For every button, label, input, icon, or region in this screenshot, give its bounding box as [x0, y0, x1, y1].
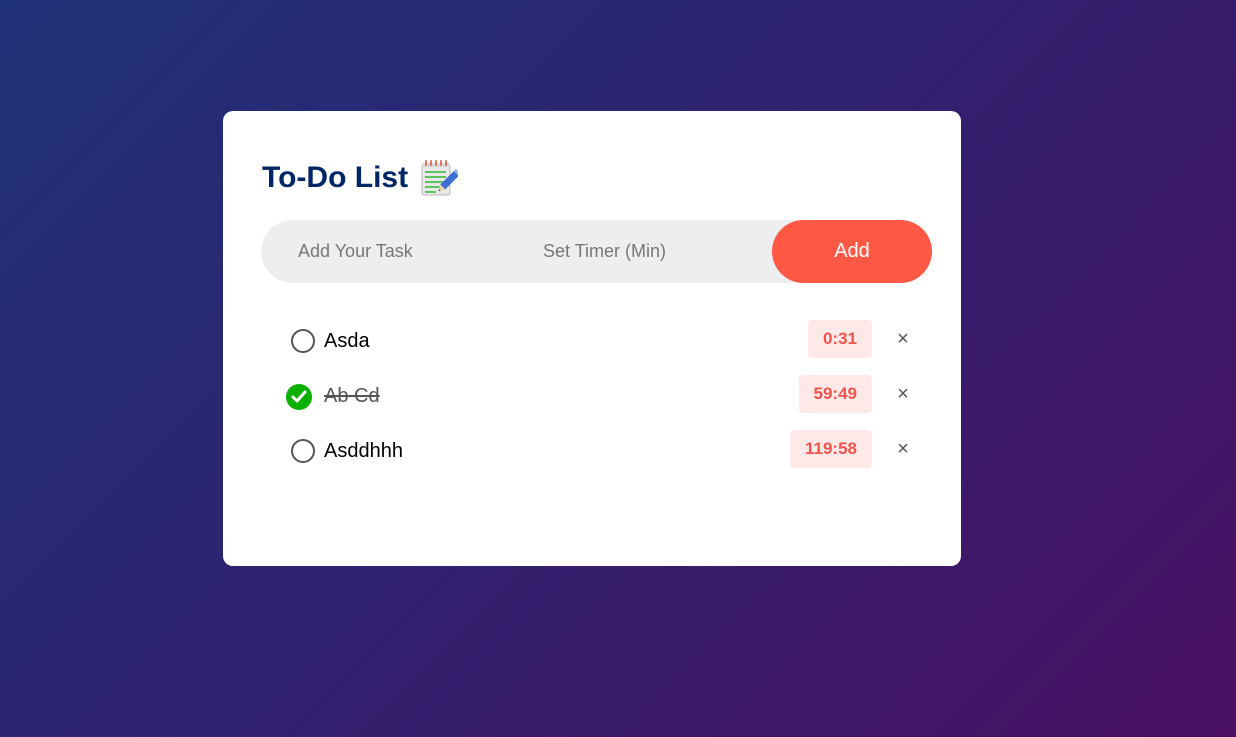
task-label[interactable]: Asddhhh	[324, 440, 403, 463]
task-item: Asddhhh 119:58 ×	[223, 430, 961, 485]
task-timer: 59:49	[798, 375, 872, 413]
task-label[interactable]: Asda	[324, 330, 370, 353]
task-input[interactable]	[261, 219, 520, 284]
add-button[interactable]: Add	[772, 220, 932, 283]
page-title: To-Do List	[262, 161, 409, 194]
unchecked-circle-icon[interactable]	[291, 439, 315, 463]
task-label[interactable]: Ab Cd	[324, 385, 380, 408]
task-item: Asda 0:31 ×	[223, 320, 961, 375]
delete-task-icon[interactable]: ×	[894, 384, 912, 404]
todo-card: To-Do List Add Your Task Set Timer (Min)…	[223, 111, 961, 566]
task-timer: 0:31	[807, 320, 872, 358]
add-task-bar: Add	[261, 219, 932, 284]
notepad-pencil-icon	[420, 159, 461, 197]
task-list: Asda 0:31 × Ab Cd 59:49 × Asddhhh 119:58…	[223, 320, 961, 485]
task-timer: 119:58	[790, 430, 872, 468]
delete-task-icon[interactable]: ×	[894, 329, 912, 349]
task-item: Ab Cd 59:49 ×	[223, 375, 961, 430]
delete-task-icon[interactable]: ×	[894, 439, 912, 459]
timer-input[interactable]	[520, 219, 745, 284]
checked-circle-icon[interactable]	[286, 384, 312, 410]
unchecked-circle-icon[interactable]	[291, 329, 315, 353]
title-row: To-Do List	[262, 159, 461, 197]
